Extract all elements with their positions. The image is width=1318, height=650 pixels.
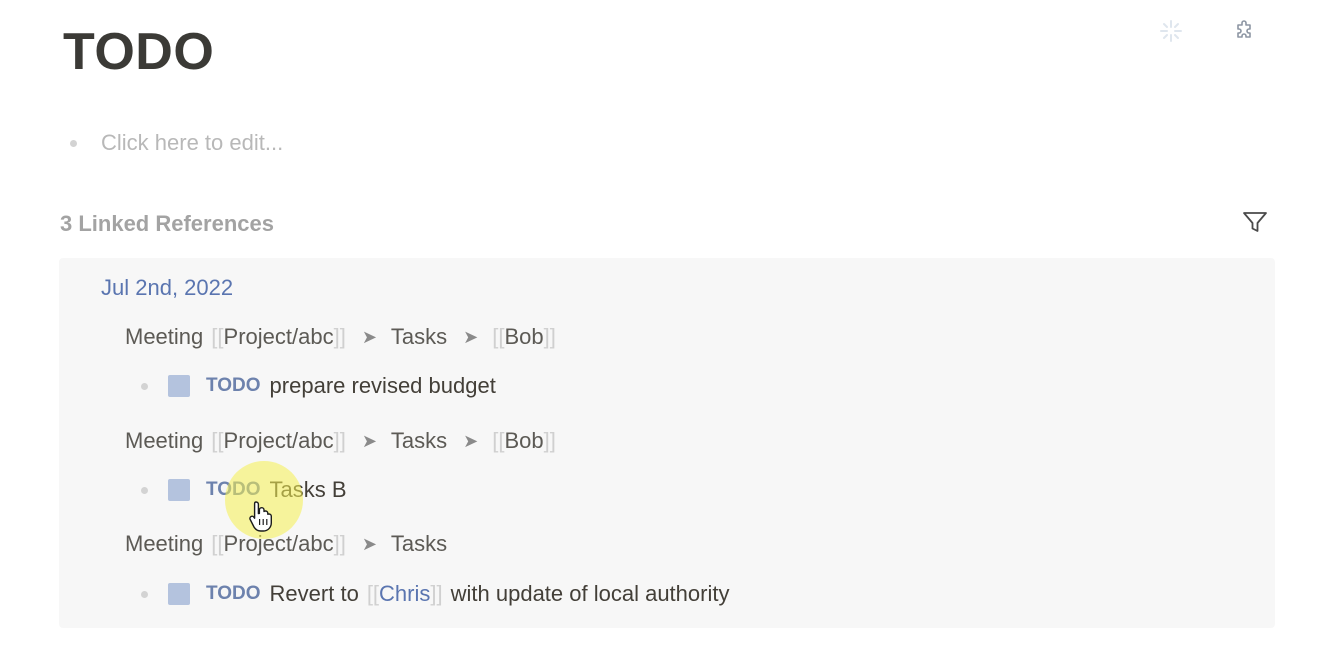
person-page-ref[interactable]: [[Bob]] — [492, 324, 556, 350]
page-title: TODO — [63, 23, 215, 81]
task-text[interactable]: Tasks B — [270, 477, 347, 503]
task-text[interactable]: prepare revised budget — [270, 373, 496, 399]
chris-page-ref[interactable]: [[Chris]] — [367, 581, 443, 607]
task-text-before[interactable]: Revert to — [270, 581, 359, 607]
breadcrumb-separator-icon: ➤ — [463, 430, 479, 451]
task-text-after[interactable]: with update of local authority — [451, 581, 730, 607]
edit-placeholder-block[interactable]: Click here to edit... — [70, 130, 283, 156]
linked-references-panel: Jul 2nd, 2022 Meeting [[Project/abc]] ➤ … — [59, 258, 1275, 628]
breadcrumb-separator-icon: ➤ — [361, 430, 377, 451]
linked-references-header[interactable]: 3 Linked References — [60, 211, 274, 237]
breadcrumb: Meeting [[Project/abc]] ➤ Tasks ➤ [[Bob]… — [125, 428, 556, 454]
task-checkbox[interactable] — [168, 583, 190, 605]
project-page-ref[interactable]: [[Project/abc]] — [211, 428, 346, 454]
breadcrumb-meeting[interactable]: Meeting — [125, 428, 203, 454]
breadcrumb-tasks[interactable]: Tasks — [391, 531, 447, 557]
breadcrumb-meeting[interactable]: Meeting — [125, 324, 203, 350]
sparkle-icon[interactable] — [1158, 18, 1184, 44]
project-page-ref[interactable]: [[Project/abc]] — [211, 531, 346, 557]
todo-marker[interactable]: TODO — [206, 583, 261, 605]
task-block: TODO prepare revised budget — [141, 373, 496, 399]
block-bullet — [70, 139, 77, 147]
filter-icon[interactable] — [1240, 207, 1270, 237]
hand-cursor-icon — [249, 501, 272, 532]
breadcrumb-tasks[interactable]: Tasks — [391, 324, 447, 350]
breadcrumb-separator-icon: ➤ — [361, 533, 377, 554]
top-toolbar — [1158, 18, 1258, 44]
todo-marker[interactable]: TODO — [206, 375, 261, 397]
breadcrumb: Meeting [[Project/abc]] ➤ Tasks ➤ [[Bob]… — [125, 324, 556, 350]
page: TODO Click here to edit... 3 Linked Refe… — [0, 0, 1318, 650]
breadcrumb-meeting[interactable]: Meeting — [125, 531, 203, 557]
task-block: TODO Tasks B — [141, 477, 347, 503]
block-bullet[interactable] — [141, 486, 148, 494]
breadcrumb-separator-icon: ➤ — [463, 326, 479, 347]
puzzle-icon[interactable] — [1232, 18, 1258, 44]
task-checkbox[interactable] — [168, 375, 190, 397]
edit-placeholder-text: Click here to edit... — [101, 130, 284, 155]
block-bullet[interactable] — [141, 590, 148, 598]
block-bullet[interactable] — [141, 382, 148, 390]
person-page-ref[interactable]: [[Bob]] — [492, 428, 556, 454]
project-page-ref[interactable]: [[Project/abc]] — [211, 324, 346, 350]
task-block: TODO Revert to [[Chris]] with update of … — [141, 581, 729, 607]
task-checkbox[interactable] — [168, 479, 190, 501]
breadcrumb: Meeting [[Project/abc]] ➤ Tasks — [125, 531, 447, 557]
reference-date-link[interactable]: Jul 2nd, 2022 — [101, 275, 233, 301]
breadcrumb-separator-icon: ➤ — [361, 326, 377, 347]
breadcrumb-tasks[interactable]: Tasks — [391, 428, 447, 454]
todo-marker[interactable]: TODO — [206, 479, 261, 501]
